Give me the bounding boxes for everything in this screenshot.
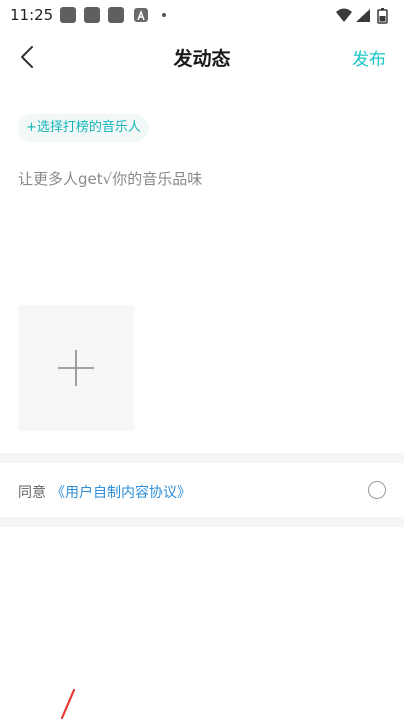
agreement-radio[interactable]: [368, 481, 386, 499]
wifi-icon: [336, 8, 352, 22]
notification-icon: [84, 7, 100, 23]
a-icon: [134, 8, 148, 22]
status-right-icons: [334, 6, 394, 26]
status-bar: 11:25: [0, 0, 404, 32]
battery-icon: [377, 8, 388, 24]
select-musician-button[interactable]: +选择打榜的音乐人: [18, 114, 149, 142]
agreement-prefix: 同意: [18, 485, 46, 501]
divider: [0, 453, 404, 463]
status-time: 11:25: [10, 6, 54, 24]
plus-icon: [58, 350, 94, 386]
signal-icon: [356, 9, 370, 22]
divider: [0, 517, 404, 527]
red-stroke-mark: [60, 688, 76, 720]
notification-icon: [108, 7, 124, 23]
agreement-row: 同意 《用户自制内容协议》: [0, 465, 404, 517]
page-title: 发动态: [173, 48, 231, 70]
post-text-input[interactable]: [18, 168, 388, 288]
publish-button[interactable]: 发布: [352, 45, 386, 70]
add-media-button[interactable]: [18, 305, 134, 431]
dot-icon: [162, 13, 166, 17]
notification-icon: [60, 7, 76, 23]
agreement-link[interactable]: 《用户自制内容协议》: [51, 482, 191, 502]
header: 发动态 发布: [0, 32, 404, 82]
